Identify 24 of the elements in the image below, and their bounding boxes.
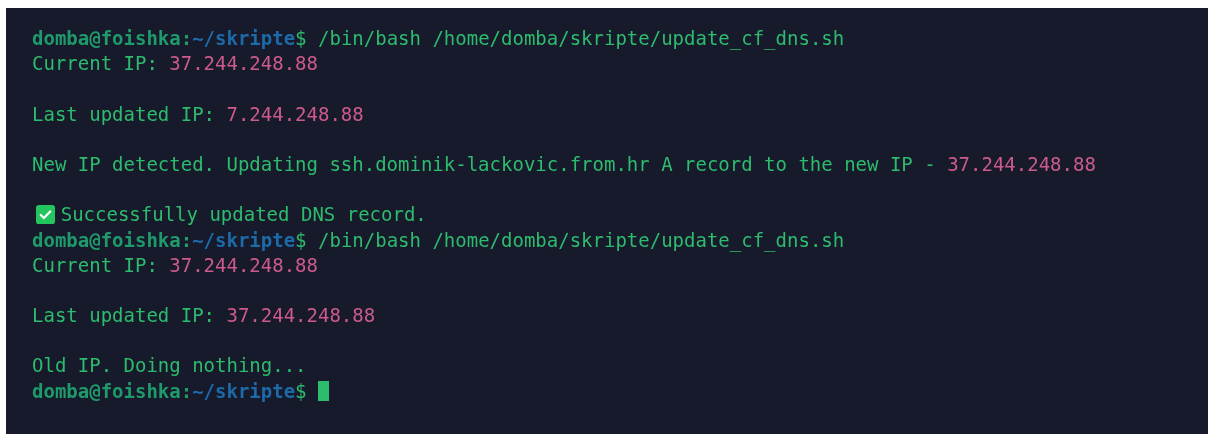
ip-address: 7.244.248.88: [226, 101, 364, 127]
prompt-user: domba@foishka:: [32, 26, 193, 51]
prompt-path: ~/skripte: [192, 378, 296, 404]
prompt-sign: $: [295, 227, 307, 253]
prompt-user: domba@foishka:: [32, 378, 193, 404]
output-text: Old IP. Doing nothing...: [32, 353, 307, 379]
ip-address: 37.244.248.88: [169, 51, 318, 77]
command-text: /bin/bash /home/domba/skripte/update_cf_dns.sh: [318, 227, 845, 253]
output-text: Last updated IP:: [32, 101, 217, 127]
checkmark-icon: [36, 205, 55, 225]
ip-address: 37.244.248.88: [226, 303, 376, 329]
prompt-user: domba@foishka:: [32, 227, 193, 253]
ip-address: 37.244.248.88: [947, 151, 1096, 177]
prompt-path: ~/skripte: [192, 227, 296, 253]
prompt-sign: $: [295, 26, 307, 51]
prompt-sign: $: [295, 378, 307, 404]
output-text: Current IP:: [32, 51, 159, 77]
ip-address: 37.244.248.88: [169, 252, 318, 278]
output-text: Successfully updated DNS record.: [60, 202, 427, 228]
output-text: Current IP:: [32, 252, 159, 278]
output-text: New IP detected. Updating ssh.dominik-lackovic.from.hr A record to the new IP -: [32, 151, 937, 177]
output-text: Last updated IP:: [32, 303, 217, 329]
prompt-path: ~/skripte: [192, 26, 296, 51]
command-text: /bin/bash /home/domba/skripte/update_cf_dns.sh: [318, 26, 845, 52]
